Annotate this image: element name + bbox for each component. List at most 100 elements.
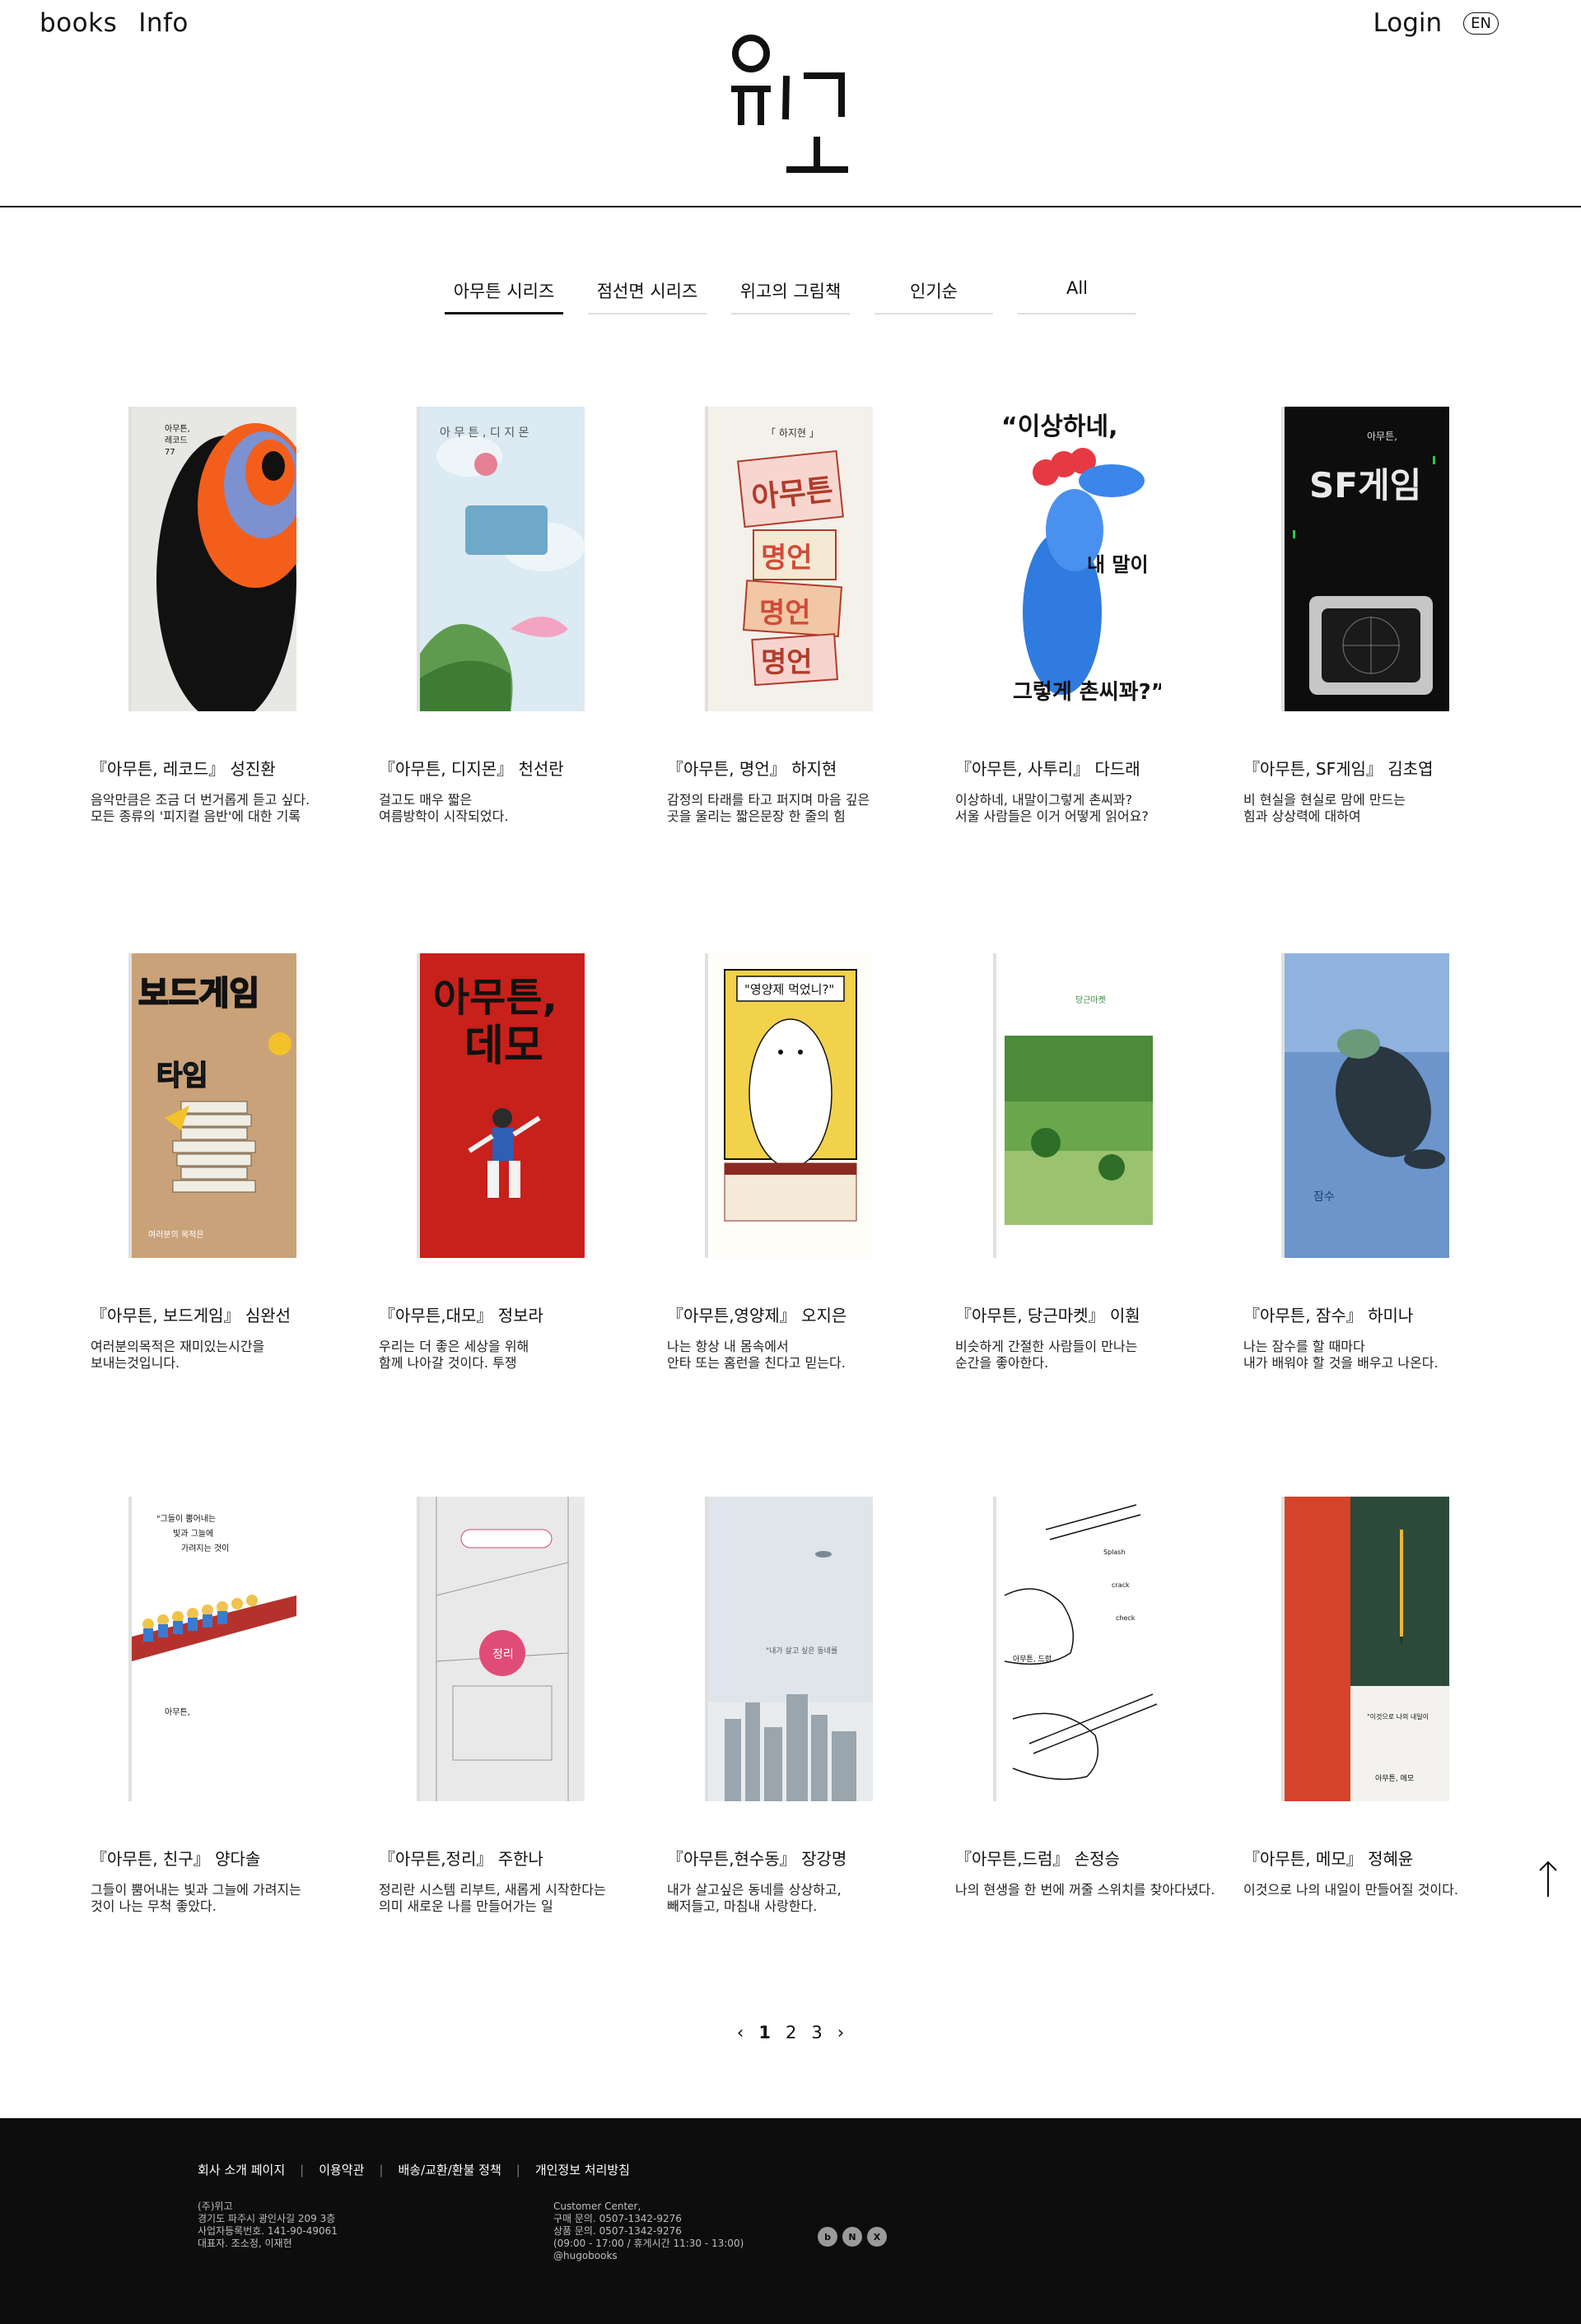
svg-text:보드게임: 보드게임	[138, 975, 259, 1013]
book-title[interactable]: 『아무튼, 사투리』 다드래	[955, 756, 1235, 780]
svg-text:명언: 명언	[759, 597, 811, 630]
book-title[interactable]: 『아무튼,영양제』 오지은	[667, 1302, 947, 1326]
svg-text:아무튼,: 아무튼,	[165, 1707, 190, 1717]
book-title[interactable]: 『아무튼,정리』 주한나	[379, 1846, 659, 1870]
svg-text:「 하지현 」: 「 하지현 」	[766, 427, 819, 439]
svg-text:SF게임: SF게임	[1309, 465, 1421, 505]
svg-text:가려지는 것이: 가려지는 것이	[181, 1544, 229, 1553]
tab-amuten-series[interactable]: 아무튼 시리즈	[445, 278, 563, 314]
svg-text:잠수: 잠수	[1313, 1190, 1335, 1204]
book-description: 감정의 타래를 타고 퍼지며 마음 깊은 곳을 울리는 짧은문장 한 줄의 힘	[667, 792, 870, 824]
tab-jeomseonmyeon-series[interactable]: 점선면 시리즈	[588, 278, 707, 314]
customer-center-info: Customer Center, 구매 문의. 0507-1342-9276 상…	[553, 2201, 744, 2261]
page-3-button[interactable]: 3	[811, 2023, 822, 2042]
book-cover[interactable]: "내가 살고 싶은 동네를	[708, 1497, 873, 1801]
book-description: 걸고도 매우 짧은 여름방학이 시작되었다.	[379, 792, 509, 824]
book-title[interactable]: 『아무튼,드럼』 손정승	[955, 1846, 1235, 1870]
footer-link-company[interactable]: 회사 소개 페이지	[198, 2161, 285, 2178]
svg-text:아무튼, 드럼: 아무튼, 드럼	[1013, 1654, 1052, 1664]
book-description: 여러분의목적은 재미있는시간을 보내는것입니다.	[91, 1339, 265, 1371]
pagination: ‹ 1 2 3 ›	[0, 2023, 1581, 2042]
svg-text:데모: 데모	[464, 1022, 543, 1071]
naver-icon[interactable]: N	[842, 2227, 862, 2247]
svg-text:“이상하네,: “이상하네,	[1001, 412, 1118, 441]
book-description: 나는 잠수를 할 때마다 내가 배워야 할 것을 배우고 나온다.	[1243, 1339, 1439, 1371]
book-title[interactable]: 『아무튼, 친구』 양다솔	[91, 1846, 371, 1870]
site-footer: 회사 소개 페이지 | 이용약관 | 배송/교환/환불 정책 | 개인정보 처리…	[0, 2118, 1581, 2324]
book-title[interactable]: 『아무튼, 당근마켓』 이훤	[955, 1302, 1235, 1326]
book-cover[interactable]: 아무튼, SF게임	[1285, 407, 1449, 711]
book-cover[interactable]: 아무튼, 레코드 77	[132, 407, 296, 711]
book-cover[interactable]: "영양제 먹었니?"	[708, 953, 873, 1258]
svg-text:타임: 타임	[156, 1060, 208, 1092]
page-1-button[interactable]: 1	[758, 2023, 771, 2042]
book-description: 그들이 뿜어내는 빛과 그늘에 가려지는 것이 나는 무척 좋았다.	[91, 1882, 301, 1914]
login-link[interactable]: Login	[1373, 8, 1443, 38]
footer-link-terms[interactable]: 이용약관	[319, 2161, 364, 2178]
book-cover[interactable]: 아무튼, 데모	[420, 953, 585, 1258]
footer-links: 회사 소개 페이지 | 이용약관 | 배송/교환/환불 정책 | 개인정보 처리…	[198, 2161, 630, 2178]
book-cover[interactable]: "이것으로 나의 내일이 아무튼, 메모	[1285, 1497, 1449, 1801]
footer-link-refund-policy[interactable]: 배송/교환/환불 정책	[398, 2161, 501, 2178]
book-description: 내가 살고싶은 동네를 상상하고, 빼저들고, 마침내 사랑한다.	[667, 1882, 842, 1914]
wigo-logo[interactable]	[708, 25, 873, 189]
svg-text:그렇게 촌씨꽈?”: 그렇게 촌씨꽈?”	[1013, 680, 1161, 705]
book-title[interactable]: 『아무튼, 보드게임』 심완선	[91, 1302, 371, 1326]
footer-divider: |	[379, 2162, 384, 2177]
social-links: b N X	[818, 2227, 887, 2247]
book-title[interactable]: 『아무튼, 메모』 정혜윤	[1243, 1846, 1523, 1870]
svg-text:아무튼,: 아무튼,	[433, 975, 557, 1021]
book-title[interactable]: 『아무튼, SF게임』 김초엽	[1243, 756, 1523, 780]
svg-text:빛과 그늘에: 빛과 그늘에	[173, 1529, 213, 1539]
prev-page-button[interactable]: ‹	[737, 2023, 744, 2042]
book-title[interactable]: 『아무튼,현수동』 장강명	[667, 1846, 947, 1870]
scroll-top-arrow-icon[interactable]	[1533, 1859, 1563, 1900]
next-page-button[interactable]: ›	[837, 2023, 844, 2042]
svg-text:아무튼,: 아무튼,	[1367, 431, 1397, 442]
language-toggle[interactable]: EN	[1463, 12, 1499, 35]
nav-books-link[interactable]: books	[40, 8, 117, 38]
book-cover[interactable]: 아 무 튼 , 디 지 몬	[420, 407, 585, 711]
svg-text:Splash: Splash	[1103, 1549, 1126, 1556]
tab-all[interactable]: All	[1018, 278, 1136, 314]
svg-text:내 말이: 내 말이	[1087, 553, 1149, 576]
book-cover[interactable]: 잠수	[1285, 953, 1449, 1258]
nav-info-link[interactable]: Info	[138, 8, 189, 38]
svg-text:"그들이 뿜어내는: "그들이 뿜어내는	[156, 1514, 216, 1524]
book-cover[interactable]: “이상하네, 내 말이 그렇게 촌씨꽈?”	[996, 407, 1161, 711]
svg-text:정리: 정리	[492, 1648, 514, 1661]
book-description: 비 현실을 현실로 맘에 만드는 힘과 상상력에 대하여	[1243, 792, 1406, 824]
book-title[interactable]: 『아무튼, 명언』 하지현	[667, 756, 947, 780]
tab-popular[interactable]: 인기순	[874, 278, 993, 314]
book-cover[interactable]: 정리	[420, 1497, 585, 1801]
book-cover[interactable]: "그들이 뿜어내는 빛과 그늘에 가려지는 것이 아무튼,	[132, 1497, 296, 1801]
book-title[interactable]: 『아무튼,대모』 정보라	[379, 1302, 659, 1326]
svg-text:"영양제 먹었니?": "영양제 먹었니?"	[744, 982, 834, 997]
x-icon[interactable]: X	[867, 2227, 887, 2247]
book-description: 비슷하게 간절한 사람들이 만나는 순간을 좋아한다.	[955, 1339, 1138, 1371]
book-title[interactable]: 『아무튼, 레코드』 성진환	[91, 756, 371, 780]
book-description: 나의 현생을 한 번에 꺼줄 스위치를 찾아다녔다.	[955, 1882, 1215, 1898]
svg-text:"내가 살고 싶은 동네를: "내가 살고 싶은 동네를	[766, 1646, 837, 1656]
tab-picture-books[interactable]: 위고의 그림책	[731, 278, 850, 314]
footer-divider: |	[515, 2162, 520, 2177]
svg-text:명언: 명언	[761, 542, 813, 575]
svg-text:명언: 명언	[761, 646, 813, 679]
book-title[interactable]: 『아무튼, 잠수』 하미나	[1243, 1302, 1523, 1326]
book-description: 나는 항상 내 몸속에서 안타 또는 홈런을 친다고 믿는다.	[667, 1339, 846, 1371]
book-cover[interactable]: 「 하지현 」 아무튼 명언 명언 명언	[708, 407, 873, 711]
book-cover[interactable]: 당근마켓	[996, 953, 1161, 1258]
book-title[interactable]: 『아무튼, 디지몬』 천선란	[379, 756, 659, 780]
footer-divider: |	[300, 2162, 305, 2177]
book-cover[interactable]: 보드게임 타임 여러분의 목적은	[132, 953, 296, 1258]
svg-text:여러분의 목적은: 여러분의 목적은	[148, 1230, 204, 1240]
footer-link-privacy[interactable]: 개인정보 처리방침	[535, 2161, 630, 2178]
book-description: 이상하네, 내말이그렇게 촌씨꽈? 서울 사람들은 이거 어떻게 읽어요?	[955, 792, 1149, 824]
svg-text:"이것으로 나의 내일이: "이것으로 나의 내일이	[1367, 1712, 1429, 1721]
book-cover[interactable]: Splash crack check 아무튼, 드럼	[996, 1497, 1161, 1801]
book-description: 음악만큼은 조금 더 번거롭게 듣고 싶다. 모든 종류의 '피지컬 음반'에 …	[91, 792, 310, 824]
blog-icon[interactable]: b	[818, 2227, 837, 2247]
svg-text:아무튼,: 아무튼,	[165, 424, 190, 434]
page-2-button[interactable]: 2	[786, 2023, 796, 2042]
user-nav: Login EN	[1373, 8, 1499, 38]
